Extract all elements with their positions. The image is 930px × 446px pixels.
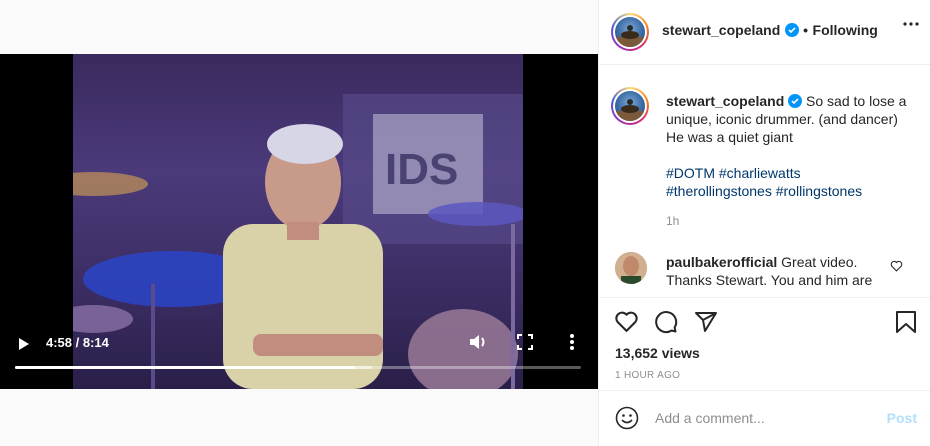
verified-badge-icon (784, 23, 799, 37)
verified-badge-icon (788, 94, 803, 108)
video-time: 4:58 / 8:14 (46, 335, 109, 350)
more-vertical-icon[interactable] (569, 333, 575, 351)
author-avatar[interactable] (611, 13, 649, 51)
avatar-image (615, 17, 645, 47)
fullscreen-icon[interactable] (517, 333, 533, 351)
play-icon[interactable] (18, 337, 30, 351)
caption-username[interactable]: stewart_copeland (666, 93, 784, 109)
video-frame: IDS (73, 54, 523, 389)
person-avatar-icon (615, 252, 647, 284)
save-bookmark-icon[interactable] (895, 310, 917, 334)
video-progress-bar[interactable] (15, 366, 581, 369)
post-actions: 13,652 views 1 HOUR AGO (599, 297, 930, 391)
comment-input[interactable]: Add a comment... (655, 410, 765, 426)
video-player[interactable]: IDS 4:58 / 8:14 (0, 54, 598, 389)
caption-time-ago: 1h (666, 214, 680, 228)
caption-avatar[interactable] (611, 87, 649, 125)
horse-rider-icon (615, 25, 645, 47)
drummer-scene: IDS (73, 94, 523, 389)
like-heart-icon[interactable] (614, 310, 639, 333)
horse-rider-icon (615, 99, 645, 121)
caption-hashtags-2[interactable]: #therollingstones #rollingstones (666, 182, 911, 200)
avatar-image (615, 91, 645, 121)
following-button[interactable]: Following (813, 22, 878, 38)
comment-bubble-icon[interactable] (654, 310, 678, 334)
share-paper-plane-icon[interactable] (694, 310, 718, 334)
comment-item: paulbakerofficial Great video. Thanks St… (666, 253, 886, 289)
caption-hashtags-1[interactable]: #DOTM #charliewatts (666, 164, 911, 182)
header-username[interactable]: stewart_copeland (662, 22, 780, 38)
more-options-icon[interactable] (903, 22, 919, 26)
comments-list[interactable]: stewart_copeland So sad to lose a unique… (599, 65, 930, 297)
volume-icon[interactable] (468, 333, 488, 351)
comment-composer: Add a comment... Post (599, 390, 930, 446)
post-caption: stewart_copeland So sad to lose a unique… (666, 92, 911, 200)
comment-username[interactable]: paulbakerofficial (666, 254, 777, 270)
post-header: stewart_copeland • Following (599, 0, 930, 65)
post-comment-button[interactable]: Post (887, 410, 917, 426)
like-comment-icon[interactable] (890, 260, 903, 272)
video-progress-played (15, 366, 355, 369)
header-separator: • (803, 22, 809, 38)
svg-text:IDS: IDS (385, 145, 458, 194)
media-pane: IDS 4:58 / 8:14 (0, 0, 598, 446)
post-sidebar: stewart_copeland • Following stewart_cop… (598, 0, 930, 446)
emoji-icon[interactable] (615, 406, 639, 430)
view-count[interactable]: 13,652 views (615, 345, 700, 361)
commenter-avatar[interactable] (615, 252, 647, 284)
posted-time[interactable]: 1 HOUR AGO (615, 370, 680, 381)
